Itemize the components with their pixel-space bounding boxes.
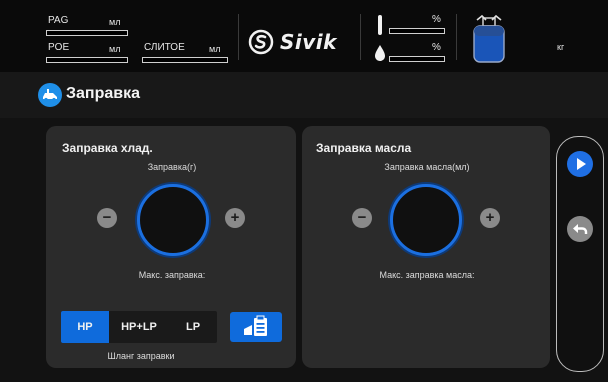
hose-option-lp[interactable]: LP: [169, 311, 217, 343]
refrigerant-tank-icon: [473, 14, 505, 63]
pag-unit: мл: [109, 17, 121, 27]
pct-top-unit: %: [432, 14, 441, 25]
refrigerant-decrease-button[interactable]: −: [97, 208, 117, 228]
refill-screen: PAG мл POE мл СЛИТОЕ мл Sivik % % кг Зап…: [0, 0, 608, 382]
top-level-bar: [389, 28, 445, 34]
pag-level-bar: [46, 30, 128, 36]
pct-bottom-unit: %: [432, 42, 441, 53]
page-title: Заправка: [66, 85, 140, 102]
oil-decrease-button[interactable]: −: [352, 208, 372, 228]
tank-unit: кг: [557, 42, 565, 52]
refrigerant-title: Заправка хлад.: [62, 141, 153, 155]
poe-level-bar: [46, 57, 128, 63]
car-service-icon: [38, 83, 62, 107]
drain-level-bar: [142, 57, 228, 63]
refrigerant-amount-label: Заправка(г): [147, 162, 197, 172]
divider: [238, 14, 239, 60]
divider: [456, 14, 457, 60]
side-navigation: [556, 136, 604, 372]
oil-max-label: Макс. заправка масла:: [379, 270, 475, 280]
hose-selector: HP HP+LP LP: [61, 311, 217, 343]
oil-amount-label: Заправка масла(мл): [384, 162, 470, 172]
refrigerant-increase-button[interactable]: +: [225, 208, 245, 228]
drain-unit: мл: [209, 44, 221, 54]
divider: [360, 14, 361, 60]
start-button[interactable]: [567, 151, 593, 177]
oil-amount-dial[interactable]: [390, 184, 462, 256]
play-icon: [577, 158, 586, 170]
brand-s-icon: [248, 29, 274, 55]
brand-name: Sivik: [280, 30, 337, 54]
hose-caption: Шланг заправки: [107, 351, 175, 361]
poe-unit: мл: [109, 44, 121, 54]
pag-label: PAG: [48, 15, 69, 26]
oil-drop-icon: [375, 45, 385, 61]
refrigerant-amount-dial[interactable]: [137, 184, 209, 256]
checklist-button[interactable]: [230, 312, 282, 342]
status-header: PAG мл POE мл СЛИТОЕ мл Sivik % % кг: [0, 0, 608, 72]
pressure-indicator-icon: [378, 15, 382, 35]
hose-option-hp[interactable]: HP: [61, 311, 109, 343]
drain-label: СЛИТОЕ: [144, 42, 185, 53]
bottom-level-bar: [389, 56, 445, 62]
hose-option-hp-lp[interactable]: HP+LP: [109, 311, 169, 343]
brand-logo: Sivik: [248, 28, 352, 56]
poe-label: POE: [48, 42, 70, 53]
oil-title: Заправка масла: [316, 141, 412, 155]
oil-increase-button[interactable]: +: [480, 208, 500, 228]
back-arrow-icon: [573, 224, 588, 234]
back-button[interactable]: [567, 216, 593, 242]
clipboard-icon: [244, 315, 267, 336]
refrigerant-max-label: Макс. заправка:: [138, 270, 206, 280]
